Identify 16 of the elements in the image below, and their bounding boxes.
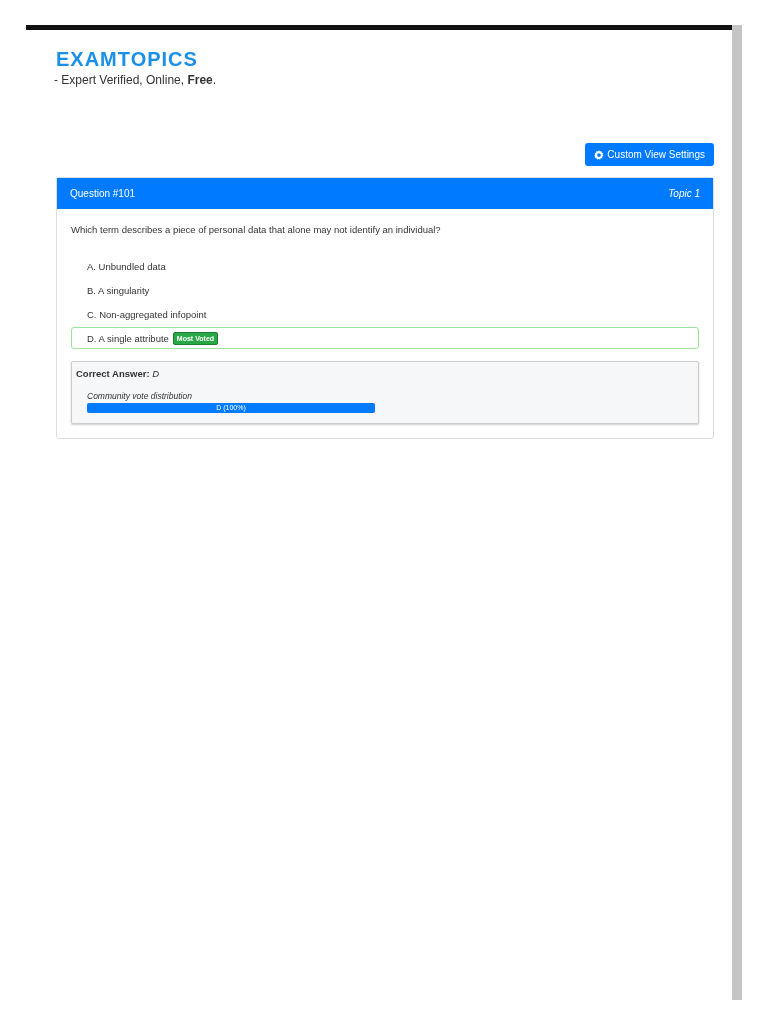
scrollbar[interactable]: [732, 25, 742, 1000]
option-text: D. A single attribute: [87, 332, 169, 344]
custom-view-settings-button[interactable]: Custom View Settings: [585, 143, 714, 166]
answer-option[interactable]: B. A singularity: [71, 279, 699, 301]
option-text: B. A singularity: [87, 284, 150, 296]
tagline: - Expert Verified, Online, Free.: [54, 73, 217, 87]
topic-label: Topic 1: [668, 188, 700, 199]
question-text: Which term describes a piece of personal data that alone may not identify an individual?: [71, 224, 442, 235]
option-text: A. Unbundled data: [87, 260, 166, 272]
settings-icon: [594, 149, 605, 160]
answer-option[interactable]: C. Non-aggregated infopoint: [71, 303, 699, 325]
question-number: Question #101: [70, 188, 136, 199]
option-text: C. Non-aggregated infopoint: [87, 308, 207, 320]
correct-answer: Correct Answer: D: [76, 368, 161, 379]
answer-option[interactable]: A. Unbundled data: [71, 255, 699, 277]
vote-distribution-title: Community vote distribution: [87, 391, 193, 401]
